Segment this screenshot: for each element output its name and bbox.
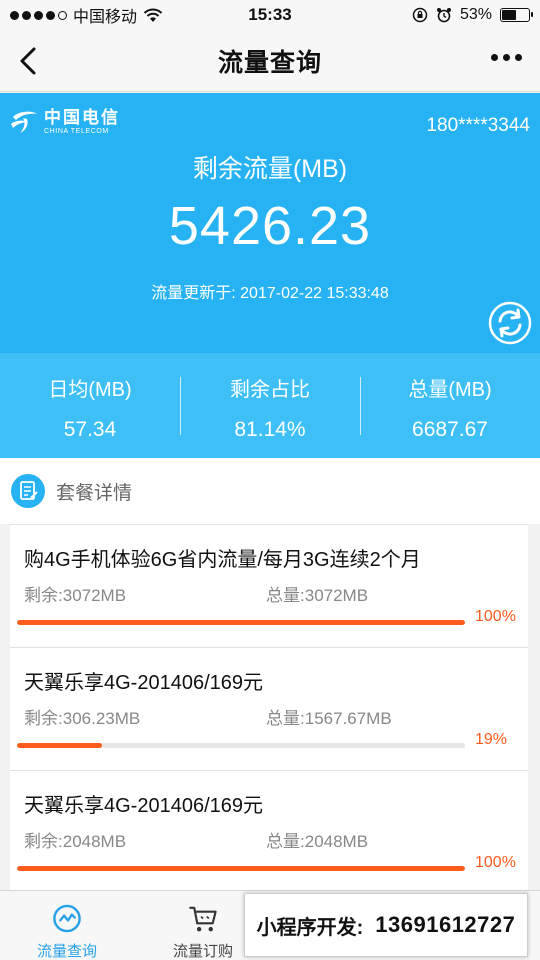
package-item[interactable]: 购4G手机体验6G省内流量/每月3G连续2个月 剩余:3072MB 总量:307… [10, 524, 528, 647]
signal-icon [10, 10, 67, 20]
package-total: 总量:1567.67MB [266, 709, 392, 728]
package-progress-bar [17, 866, 465, 871]
rotation-lock-icon [412, 7, 428, 23]
package-item[interactable]: 天翼乐享4G-201406/169元 剩余:2048MB 总量:2048MB 1… [10, 770, 528, 893]
package-total: 总量:3072MB [266, 586, 369, 605]
package-progress-fill [17, 743, 103, 748]
stat-label: 剩余占比 [230, 379, 310, 401]
battery-fill [502, 10, 516, 20]
promo-text: 小程序开发: [256, 916, 364, 939]
status-right: 53% [330, 6, 533, 24]
page-title: 流量查询 [217, 48, 322, 77]
package-name: 天翼乐享4G-201406/169元 [24, 795, 264, 817]
package-remaining: 剩余:3072MB [24, 586, 127, 605]
package-total: 总量:2048MB [266, 832, 369, 851]
stat-total: 总量(MB) 6687.67 [360, 353, 540, 458]
data-balance-card: 中国电信 CHINA TELECOM 180****3344 剩余流量(MB) … [0, 93, 540, 353]
update-time: 流量更新于: 2017-02-22 15:33:48 [0, 279, 540, 303]
stat-label: 总量(MB) [408, 379, 492, 401]
stat-remaining-ratio: 剩余占比 81.14% [180, 353, 360, 458]
logo-text-en: CHINA TELECOM [44, 128, 109, 135]
wifi-icon [143, 8, 163, 22]
package-list-icon [11, 474, 45, 508]
update-prefix: 流量更新于: [151, 285, 241, 302]
china-telecom-logo: 中国电信 CHINA TELECOM [10, 109, 120, 135]
package-percent: 100% [475, 854, 516, 871]
developer-promo-banner: 小程序开发: 13691612727 [244, 893, 528, 957]
status-left: 中国移动 [10, 3, 210, 27]
package-progress-fill [17, 866, 465, 871]
usage-stats: 日均(MB) 57.34 剩余占比 81.14% 总量(MB) 6687.67 [0, 353, 540, 458]
status-bar: 中国移动 15:33 53% [0, 0, 540, 30]
package-item[interactable]: 天翼乐享4G-201406/169元 剩余:306.23MB 总量:1567.6… [10, 647, 528, 770]
phone-number: 180****3344 [426, 115, 530, 136]
back-icon[interactable] [14, 44, 44, 78]
package-progress-bar [17, 620, 465, 625]
package-progress-bar [17, 743, 465, 748]
package-percent: 19% [475, 731, 508, 748]
package-percent: 100% [475, 608, 516, 625]
section-title: 套餐详情 [56, 482, 133, 504]
more-icon[interactable] [491, 54, 522, 61]
battery-icon [500, 8, 533, 22]
tab-data-query[interactable]: 流量查询 [2, 891, 132, 960]
shopping-cart-icon [189, 906, 217, 932]
carrier-name: 中国移动 [73, 9, 138, 26]
refresh-icon[interactable] [488, 301, 532, 345]
tab-label: 流量订购 [172, 943, 233, 960]
package-remaining: 剩余:2048MB [24, 832, 127, 851]
stat-daily-average: 日均(MB) 57.34 [0, 353, 180, 458]
package-list: 购4G手机体验6G省内流量/每月3G连续2个月 剩余:3072MB 总量:307… [10, 524, 528, 893]
package-name: 购4G手机体验6G省内流量/每月3G连续2个月 [24, 549, 421, 571]
tab-label: 流量查询 [36, 943, 97, 960]
update-timestamp: 2017-02-22 15:33:48 [240, 285, 389, 302]
package-remaining: 剩余:306.23MB [24, 709, 141, 728]
alarm-icon [436, 8, 451, 23]
stat-value: 6687.67 [412, 418, 488, 441]
promo-phone-number: 13691612727 [375, 912, 516, 937]
package-progress-fill [17, 620, 465, 625]
package-name: 天翼乐享4G-201406/169元 [24, 672, 264, 694]
stat-label: 日均(MB) [48, 379, 132, 401]
remaining-data-value: 5426.23 [168, 196, 372, 256]
battery-percent: 53% [459, 6, 492, 23]
telecom-logo-icon [11, 111, 37, 133]
remaining-data-label: 剩余流量(MB) [192, 155, 348, 183]
data-query-icon [53, 904, 81, 933]
status-time: 15:33 [248, 5, 292, 24]
stat-value: 81.14% [234, 418, 306, 441]
logo-text-cn: 中国电信 [44, 108, 120, 127]
stat-value: 57.34 [63, 418, 117, 441]
nav-bar: 流量查询 [0, 30, 540, 92]
package-details-header: 套餐详情 [0, 458, 540, 524]
